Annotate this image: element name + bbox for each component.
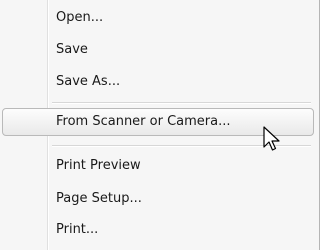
mouse-pointer-icon (263, 126, 280, 151)
menu-item-page-setup[interactable]: Page Setup... (56, 188, 142, 210)
file-menu: Open... Save Save As... From Scanner or … (0, 0, 320, 250)
menu-item-open[interactable]: Open... (56, 7, 103, 29)
menu-item-print[interactable]: Print... (56, 219, 98, 241)
menu-item-save-as[interactable]: Save As... (56, 71, 120, 93)
menu-item-save[interactable]: Save (56, 39, 88, 61)
menu-item-print-preview[interactable]: Print Preview (56, 155, 141, 177)
menu-item-from-scanner[interactable]: From Scanner or Camera... (56, 111, 231, 133)
menu-separator (52, 102, 311, 104)
